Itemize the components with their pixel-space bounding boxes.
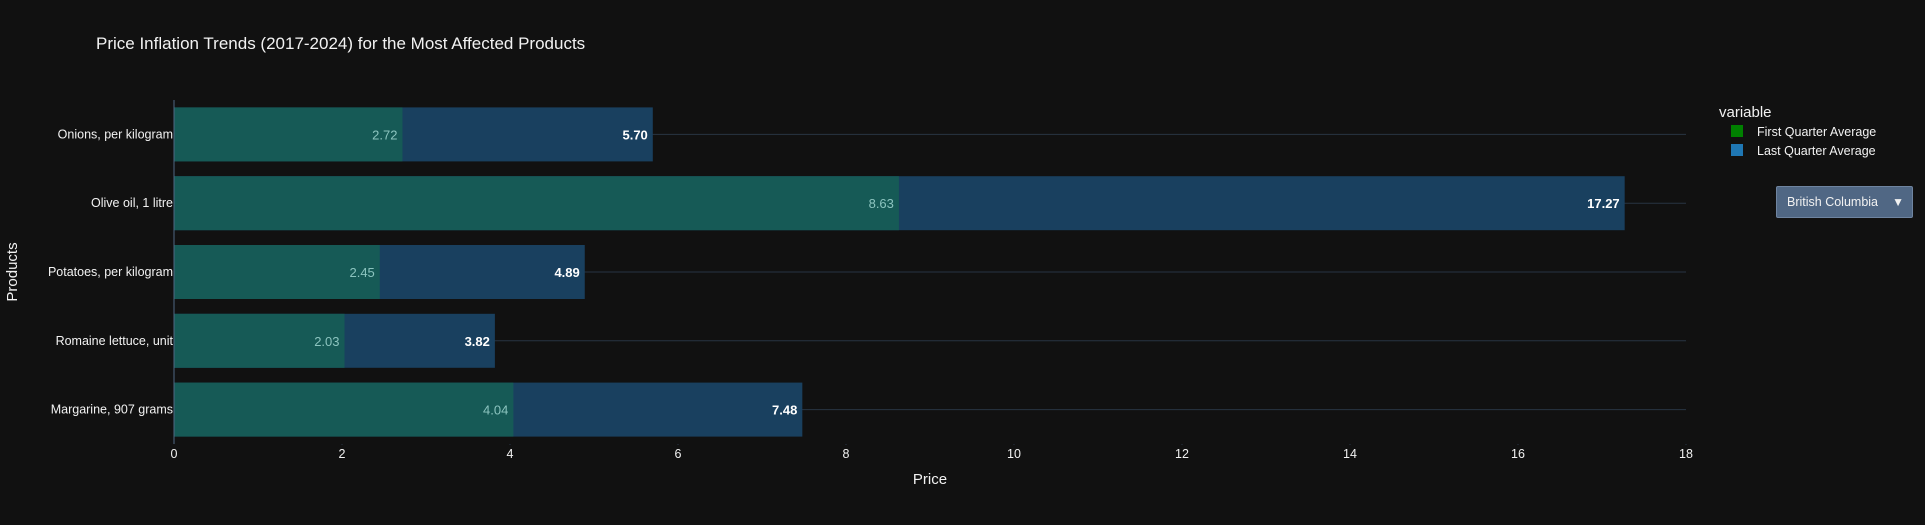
x-tick-label: 14: [1343, 447, 1357, 461]
data-label-first-quarter: 8.63: [869, 196, 894, 211]
x-axis-ticks: 0 2 4 6 8 10 12 14 16 18: [171, 444, 1693, 461]
legend: variable First Quarter Average Last Quart…: [1719, 104, 1876, 158]
data-label-last-quarter: 17.27: [1587, 196, 1620, 211]
chart-title: Price Inflation Trends (2017-2024) for t…: [96, 34, 585, 53]
data-label-first-quarter: 2.72: [372, 127, 397, 142]
x-tick-label: 6: [675, 447, 682, 461]
legend-item-label[interactable]: First Quarter Average: [1757, 125, 1876, 139]
x-tick-label: 16: [1511, 447, 1525, 461]
y-tick-label: Potatoes, per kilogram: [48, 265, 173, 279]
legend-title: variable: [1719, 104, 1772, 121]
x-tick-label: 8: [843, 447, 850, 461]
y-tick-label: Onions, per kilogram: [58, 127, 173, 141]
data-label-last-quarter: 5.70: [622, 127, 647, 142]
legend-item-label[interactable]: Last Quarter Average: [1757, 144, 1876, 158]
data-label-last-quarter: 4.89: [554, 265, 579, 280]
bar-first-quarter[interactable]: [174, 382, 514, 437]
x-tick-label: 12: [1175, 447, 1189, 461]
x-tick-label: 18: [1679, 447, 1693, 461]
legend-swatch[interactable]: [1731, 144, 1743, 156]
data-label-first-quarter: 4.04: [483, 403, 508, 418]
data-label-first-quarter: 2.03: [314, 334, 339, 349]
triangle-down-icon: ▼: [1892, 195, 1904, 209]
region-dropdown-value: British Columbia: [1787, 195, 1879, 209]
y-axis-title: Products: [4, 242, 21, 301]
data-label-first-quarter: 2.45: [349, 265, 374, 280]
y-axis-ticks: Onions, per kilogram Olive oil, 1 litre Po…: [48, 127, 174, 416]
x-tick-label: 10: [1007, 447, 1021, 461]
bar-first-quarter[interactable]: [174, 176, 899, 231]
bar-first-quarter[interactable]: [174, 107, 403, 162]
x-tick-label: 4: [507, 447, 514, 461]
legend-swatch[interactable]: [1731, 125, 1743, 137]
data-label-last-quarter: 3.82: [465, 334, 490, 349]
x-tick-label: 0: [171, 447, 178, 461]
x-tick-label: 2: [339, 447, 346, 461]
y-tick-label: Romaine lettuce, unit: [56, 334, 174, 348]
data-label-last-quarter: 7.48: [772, 403, 797, 418]
x-axis-title: Price: [913, 471, 947, 488]
y-tick-label: Margarine, 907 grams: [51, 403, 173, 417]
region-dropdown[interactable]: British Columbia ▼: [1776, 186, 1913, 218]
chart: Price Inflation Trends (2017-2024) for t…: [4, 34, 1876, 488]
y-tick-label: Olive oil, 1 litre: [91, 196, 173, 210]
